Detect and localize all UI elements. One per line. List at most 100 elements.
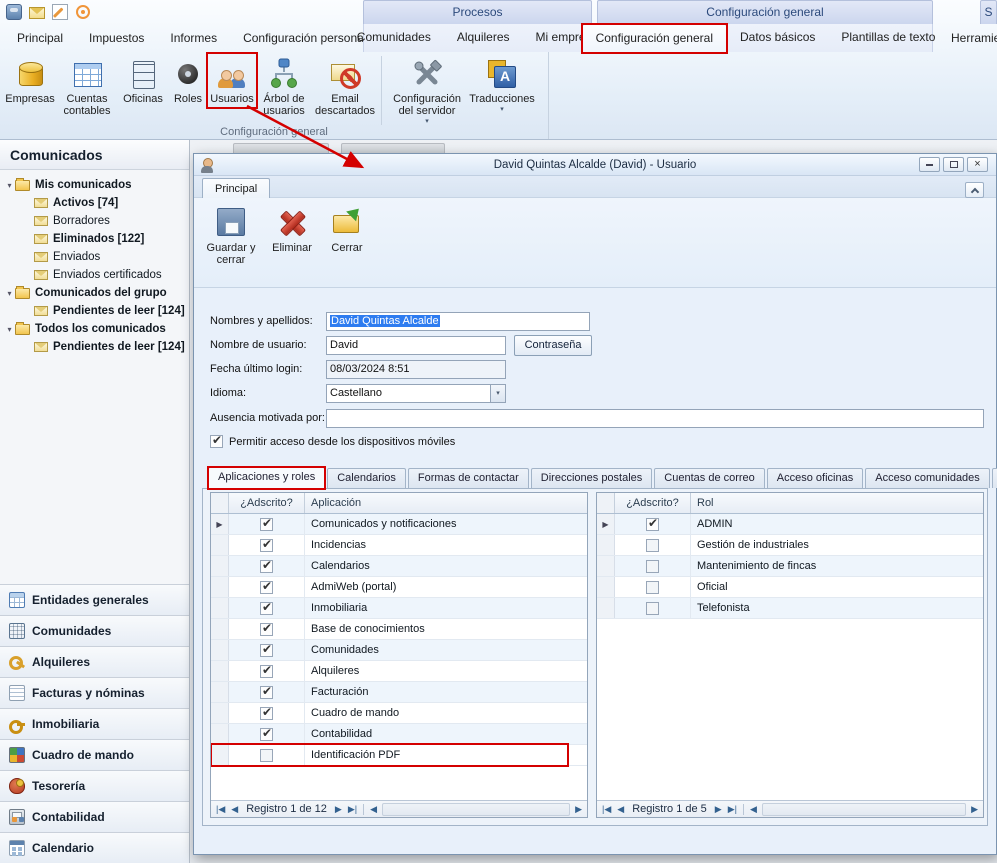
tab-informes[interactable]: Informes	[157, 25, 230, 52]
tab-herramientas-partial[interactable]: Herramien	[938, 25, 997, 52]
name-field[interactable]: David Quintas Alcalde	[326, 312, 590, 331]
feed-icon[interactable]	[75, 4, 91, 20]
scroll-left-button[interactable]: ◀	[747, 804, 760, 815]
collapse-toolbar-button[interactable]	[965, 182, 984, 198]
current-row-marker[interactable]	[597, 514, 615, 534]
current-row-marker[interactable]	[211, 514, 229, 534]
first-record-button[interactable]: |◀	[213, 804, 228, 815]
adscrito-checkbox[interactable]	[260, 581, 273, 594]
table-row[interactable]: Comunidades	[211, 640, 587, 661]
adscrito-checkbox[interactable]	[260, 707, 273, 720]
prev-record-button[interactable]: ◀	[228, 804, 241, 815]
tree-item-activos[interactable]: Activos [74]	[4, 194, 189, 212]
configuracion-del-servidor-button[interactable]: Configuración del servidor ▾	[385, 54, 469, 127]
table-row[interactable]: Contabilidad	[211, 724, 587, 745]
horizontal-scrollbar[interactable]	[762, 803, 966, 816]
tab-principal-dialog[interactable]: Principal	[202, 178, 270, 198]
tree-item-mis-comunicados[interactable]: ▾ Mis comunicados	[4, 176, 189, 194]
adscrito-checkbox[interactable]	[260, 602, 273, 615]
row-selector[interactable]	[211, 535, 229, 555]
table-row[interactable]: Incidencias	[211, 535, 587, 556]
tab-cuentas-de-correo[interactable]: Cuentas de correo	[654, 468, 765, 488]
table-row[interactable]: ADMIN	[597, 514, 983, 535]
tab-datos-basicos[interactable]: Datos básicos	[727, 24, 828, 52]
tab-partial[interactable]: I	[992, 468, 997, 488]
sidebar-item-tesoreria[interactable]: Tesorería	[0, 770, 189, 801]
scroll-left-button[interactable]: ◀	[367, 804, 380, 815]
restore-button[interactable]	[943, 157, 964, 172]
column-header-adscrito[interactable]: ¿Adscrito?	[229, 493, 305, 513]
scroll-right-button[interactable]: ▶	[968, 804, 981, 815]
row-selector[interactable]	[597, 598, 615, 618]
mail-icon[interactable]	[29, 7, 45, 19]
tab-impuestos[interactable]: Impuestos	[76, 25, 157, 52]
traducciones-button[interactable]: Traducciones ▾	[469, 54, 535, 115]
row-selector[interactable]	[211, 682, 229, 702]
column-header-aplicacion[interactable]: Aplicación	[305, 493, 587, 513]
adscrito-checkbox[interactable]	[646, 518, 659, 531]
absence-field[interactable]	[326, 409, 984, 428]
table-row[interactable]: Mantenimiento de fincas	[597, 556, 983, 577]
roles-button[interactable]: Roles	[168, 54, 208, 107]
arbol-de-usuarios-button[interactable]: Árbol de usuarios	[256, 54, 312, 119]
table-row[interactable]: Alquileres	[211, 661, 587, 682]
adscrito-checkbox[interactable]	[260, 644, 273, 657]
adscrito-checkbox[interactable]	[646, 560, 659, 573]
table-row[interactable]: Gestión de industriales	[597, 535, 983, 556]
tab-aplicaciones-y-roles[interactable]: Aplicaciones y roles	[208, 467, 325, 488]
dialog-titlebar[interactable]: David Quintas Alcalde (David) - Usuario …	[194, 154, 996, 176]
close-form-button[interactable]: Cerrar	[322, 203, 372, 283]
username-field[interactable]: David	[326, 336, 506, 355]
tab-principal[interactable]: Principal	[4, 25, 76, 52]
dropdown-arrow-icon[interactable]: ▾	[490, 385, 505, 402]
row-selector[interactable]	[211, 724, 229, 744]
expander-icon[interactable]: ▾	[4, 181, 15, 190]
window-icon[interactable]	[6, 4, 22, 20]
adscrito-checkbox[interactable]	[260, 518, 273, 531]
column-header-adscrito[interactable]: ¿Adscrito?	[615, 493, 691, 513]
close-button[interactable]: ×	[967, 157, 988, 172]
tree-item-pendientes-grupo[interactable]: Pendientes de leer [124]	[4, 302, 189, 320]
last-record-button[interactable]: ▶|	[725, 804, 740, 815]
table-row[interactable]: Inmobiliaria	[211, 598, 587, 619]
sidebar-item-facturas-y-nominas[interactable]: Facturas y nóminas	[0, 677, 189, 708]
adscrito-checkbox[interactable]	[260, 686, 273, 699]
password-button[interactable]: Contraseña	[514, 335, 592, 356]
tab-acceso-comunidades[interactable]: Acceso comunidades	[865, 468, 990, 488]
adscrito-checkbox[interactable]	[260, 623, 273, 636]
adscrito-checkbox[interactable]	[260, 539, 273, 552]
adscrito-checkbox[interactable]	[260, 665, 273, 678]
first-record-button[interactable]: |◀	[599, 804, 614, 815]
tab-acceso-oficinas[interactable]: Acceso oficinas	[767, 468, 863, 488]
minimize-button[interactable]	[919, 157, 940, 172]
scroll-right-button[interactable]: ▶	[572, 804, 585, 815]
last-login-field[interactable]: 08/03/2024 8:51	[326, 360, 506, 379]
tree-item-eliminados[interactable]: Eliminados [122]	[4, 230, 189, 248]
tree-item-comunicados-del-grupo[interactable]: ▾ Comunicados del grupo	[4, 284, 189, 302]
row-selector[interactable]	[211, 577, 229, 597]
delete-button[interactable]: Eliminar	[266, 203, 318, 283]
row-selector[interactable]	[211, 703, 229, 723]
tab-formas-de-contactar[interactable]: Formas de contactar	[408, 468, 529, 488]
sidebar-item-alquileres[interactable]: Alquileres	[0, 646, 189, 677]
compose-icon[interactable]	[52, 4, 68, 20]
table-row[interactable]: Oficial	[597, 577, 983, 598]
sidebar-item-inmobiliaria[interactable]: Inmobiliaria	[0, 708, 189, 739]
table-row[interactable]: Base de conocimientos	[211, 619, 587, 640]
sidebar-item-entidades-generales[interactable]: Entidades generales	[0, 584, 189, 615]
tree-item-todos-los-comunicados[interactable]: ▾ Todos los comunicados	[4, 320, 189, 338]
tree-item-pendientes-todos[interactable]: Pendientes de leer [124]	[4, 338, 189, 356]
save-and-close-button[interactable]: Guardar y cerrar	[202, 203, 260, 283]
table-row[interactable]: Comunicados y notificaciones	[211, 514, 587, 535]
table-row[interactable]: Calendarios	[211, 556, 587, 577]
row-selector[interactable]	[211, 661, 229, 681]
row-selector[interactable]	[211, 598, 229, 618]
tree-item-borradores[interactable]: Borradores	[4, 212, 189, 230]
empresas-button[interactable]: Empresas	[4, 54, 56, 107]
adscrito-checkbox[interactable]	[260, 560, 273, 573]
cuentas-contables-button[interactable]: Cuentas contables	[56, 54, 118, 119]
next-record-button[interactable]: ▶	[332, 804, 345, 815]
row-selector[interactable]	[211, 556, 229, 576]
adscrito-checkbox[interactable]	[646, 539, 659, 552]
table-row[interactable]: AdmiWeb (portal)	[211, 577, 587, 598]
